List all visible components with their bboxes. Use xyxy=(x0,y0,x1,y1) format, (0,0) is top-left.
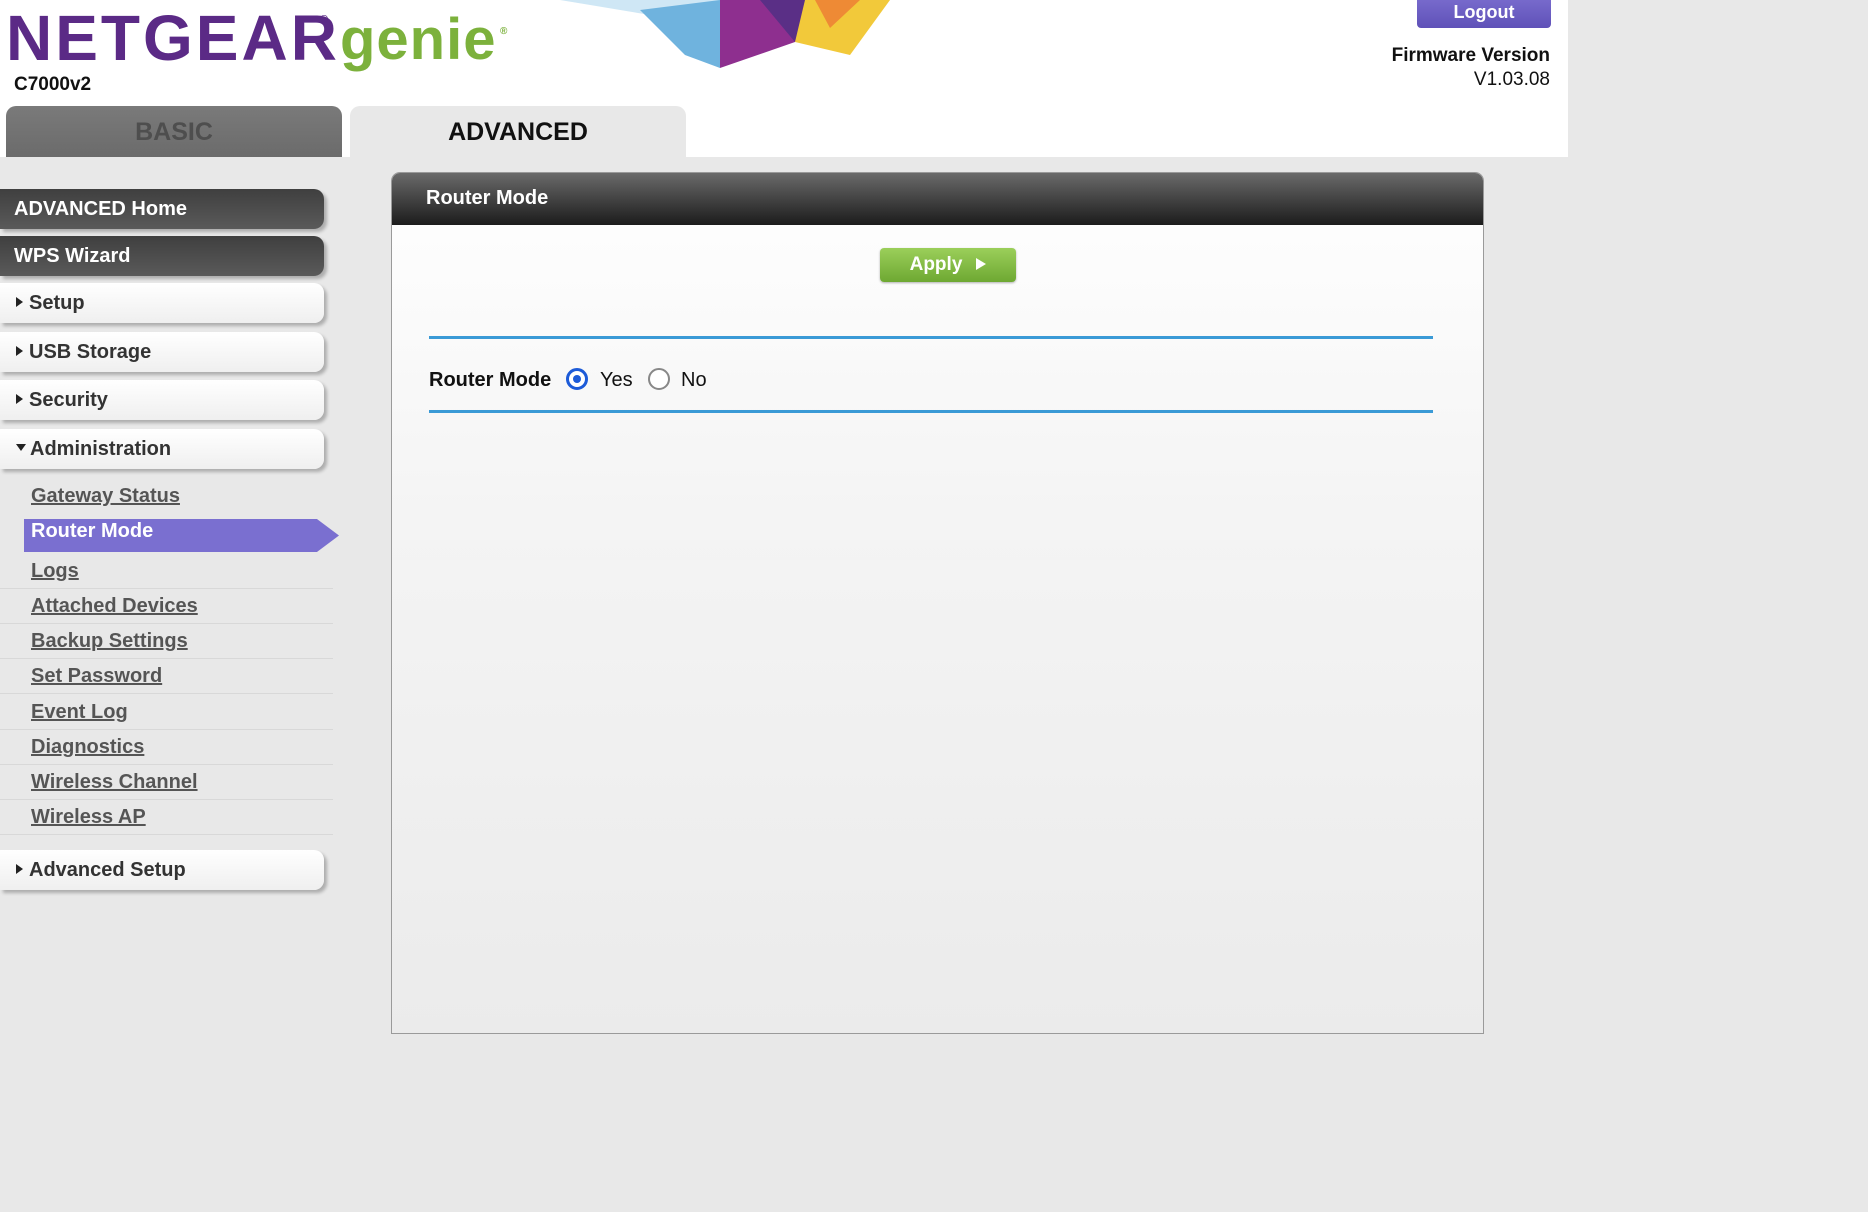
sidebar-item-diagnostics[interactable]: Diagnostics xyxy=(0,730,333,765)
sidebar-item-gateway-status[interactable]: Gateway Status xyxy=(0,479,333,514)
caret-down-icon xyxy=(16,444,26,452)
sidebar-item-backup-settings[interactable]: Backup Settings xyxy=(0,624,333,659)
content-panel: Router Mode Apply Router Mode Yes No xyxy=(392,173,1483,1033)
genie-logo: genie xyxy=(340,7,497,72)
play-arrow-icon xyxy=(976,257,987,270)
router-mode-label: Router Mode xyxy=(429,369,552,391)
firmware-version: V1.03.08 xyxy=(1473,69,1550,90)
header: NETGEAR ® genie ® C7000v2 Logout Firmwar… xyxy=(0,0,1568,157)
sidebar-item-logs[interactable]: Logs xyxy=(0,554,333,589)
divider xyxy=(429,410,1433,413)
logout-button[interactable]: Logout xyxy=(1417,0,1551,28)
sidebar-section-administration[interactable]: Administration xyxy=(0,429,324,469)
sidebar-item-attached-devices[interactable]: Attached Devices xyxy=(0,589,333,624)
netgear-logo: NETGEAR xyxy=(6,2,340,74)
router-mode-no-radio[interactable] xyxy=(648,368,670,390)
sidebar-item-wireless-channel[interactable]: Wireless Channel xyxy=(0,765,333,800)
sidebar-section-label: USB Storage xyxy=(29,341,152,363)
advanced-home-button[interactable]: ADVANCED Home xyxy=(0,189,324,229)
sidebar-section-label: Advanced Setup xyxy=(29,859,186,881)
sidebar-section-usb-storage[interactable]: USB Storage xyxy=(0,332,324,372)
sidebar-section-label: Security xyxy=(29,389,108,411)
sidebar-section-label: Administration xyxy=(30,438,172,460)
sidebar-section-label: Setup xyxy=(29,292,85,314)
wps-wizard-button[interactable]: WPS Wizard xyxy=(0,236,324,276)
sidebar-section-setup[interactable]: Setup xyxy=(0,283,324,323)
apply-label: Apply xyxy=(909,254,963,275)
sidebar-section-advanced-setup[interactable]: Advanced Setup xyxy=(0,850,324,890)
wps-wizard-label: WPS Wizard xyxy=(14,245,131,267)
advanced-home-label: ADVANCED Home xyxy=(14,198,187,220)
apply-button[interactable]: Apply xyxy=(880,248,1016,282)
caret-right-icon xyxy=(16,863,23,874)
router-mode-yes-radio[interactable] xyxy=(566,368,588,390)
caret-right-icon xyxy=(16,296,23,307)
sidebar-item-wireless-ap[interactable]: Wireless AP xyxy=(0,800,333,835)
brand-graphic-icon xyxy=(560,0,890,68)
page-title: Router Mode xyxy=(426,187,549,209)
radio-selected-dot xyxy=(573,375,581,383)
divider xyxy=(429,336,1433,339)
tab-basic[interactable]: BASIC xyxy=(6,106,342,157)
model-name: C7000v2 xyxy=(14,74,92,95)
sidebar-section-security[interactable]: Security xyxy=(0,380,324,420)
firmware-label: Firmware Version xyxy=(1391,45,1550,66)
registered-mark: ® xyxy=(320,14,329,26)
panel-header: Router Mode xyxy=(392,173,1483,225)
registered-mark: ® xyxy=(500,26,508,37)
sidebar-item-router-mode[interactable]: Router Mode xyxy=(24,519,339,552)
sidebar-item-event-log[interactable]: Event Log xyxy=(0,695,333,730)
sidebar-item-set-password[interactable]: Set Password xyxy=(0,659,333,694)
tab-advanced[interactable]: ADVANCED xyxy=(350,106,686,157)
radio-no-label[interactable]: No xyxy=(681,369,707,392)
caret-right-icon xyxy=(16,393,23,404)
caret-right-icon xyxy=(16,345,23,356)
radio-yes-label[interactable]: Yes xyxy=(600,369,633,392)
